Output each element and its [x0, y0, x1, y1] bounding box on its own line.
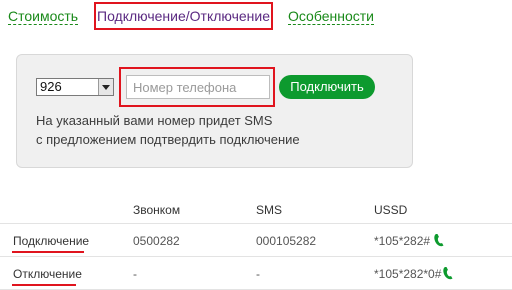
- table-row: Подключение 0500282 000105282 *105*282#: [0, 224, 512, 257]
- operator-code-value: 926: [40, 79, 62, 94]
- row-sms-value: 000105282: [256, 234, 317, 248]
- header-sms: SMS: [256, 203, 283, 217]
- phone-input[interactable]: [126, 75, 270, 99]
- tab-connect-disconnect-label: Подключение/Отключение: [97, 8, 271, 24]
- operator-code-select[interactable]: 926: [36, 78, 114, 96]
- tab-cost[interactable]: Стоимость: [8, 8, 79, 25]
- tab-features-label: Особенности: [288, 8, 374, 25]
- row-action-connect[interactable]: Подключение: [13, 234, 89, 249]
- table-row: Отключение - - *105*282*0#: [0, 257, 512, 290]
- header-ussd: USSD: [374, 203, 408, 217]
- phone-handset-icon[interactable]: [433, 233, 445, 247]
- connect-button[interactable]: Подключить: [279, 75, 375, 99]
- table-header: Звонком SMS USSD: [0, 194, 512, 224]
- tab-cost-label: Стоимость: [8, 8, 79, 25]
- sms-note-line-2: с предложением подтвердить подключение: [36, 132, 300, 147]
- connect-panel: 926 Подключить На указанный вами номер п…: [16, 54, 413, 168]
- header-call: Звонком: [133, 203, 181, 217]
- row-action-underline: [12, 284, 76, 286]
- row-ussd-value: *105*282#: [374, 234, 431, 248]
- row-call-value: -: [133, 267, 137, 281]
- row-sms-value: -: [256, 267, 260, 281]
- chevron-down-icon[interactable]: [98, 79, 113, 95]
- tab-connect-disconnect[interactable]: Подключение/Отключение: [97, 8, 270, 25]
- sms-note-line-1: На указанный вами номер придет SMS: [36, 113, 273, 128]
- row-action-underline: [12, 251, 84, 253]
- phone-handset-icon[interactable]: [442, 266, 454, 280]
- row-ussd-value: *105*282*0#: [374, 267, 442, 281]
- sms-note: На указанный вами номер придет SMS с пре…: [36, 111, 376, 149]
- row-action-disconnect[interactable]: Отключение: [13, 267, 82, 282]
- tab-features[interactable]: Особенности: [288, 8, 374, 25]
- row-call-value: 0500282: [133, 234, 180, 248]
- tab-bar: Стоимость Подключение/Отключение Особенн…: [0, 0, 512, 34]
